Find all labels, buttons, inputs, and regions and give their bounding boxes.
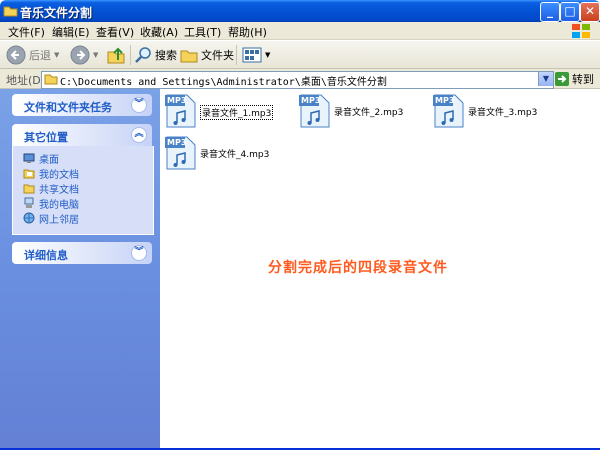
place-my-computer[interactable]: 我的电脑 xyxy=(23,196,79,211)
back-label: 后退 xyxy=(29,49,51,62)
title-bar[interactable]: 音乐文件分割 _ □ ✕ xyxy=(0,0,600,22)
folder-icon xyxy=(44,74,58,85)
go-arrow-icon xyxy=(555,72,569,86)
place-label: 我的文档 xyxy=(39,169,79,181)
chevron-up-icon[interactable]: ︽ xyxy=(131,127,147,143)
address-dropdown-icon[interactable]: ▼ xyxy=(538,72,553,86)
search-button[interactable]: 搜索 xyxy=(134,44,177,66)
up-folder-button[interactable] xyxy=(106,44,126,66)
forward-button[interactable]: ▼ xyxy=(70,44,98,66)
menu-edit[interactable]: 编辑(E) xyxy=(52,24,90,40)
toolbar-separator xyxy=(236,45,237,65)
file-badge: MP3 xyxy=(167,138,187,147)
menu-file[interactable]: 文件(F) xyxy=(8,24,45,40)
folder-icon xyxy=(3,6,18,17)
place-label: 网上邻居 xyxy=(39,214,79,226)
task-pane: 文件和文件夹任务 ︾ 其它位置 ︽ 桌面 我的文档 共享文档 我的电脑 网上邻居… xyxy=(0,89,160,450)
views-button[interactable]: ▼ xyxy=(242,44,270,66)
address-input[interactable]: C:\Documents and Settings\Administrator\… xyxy=(41,71,554,89)
back-dropdown-icon[interactable]: ▼ xyxy=(54,51,59,59)
address-label: 地址(D) xyxy=(6,74,46,87)
place-label: 我的电脑 xyxy=(39,199,79,211)
menu-tools[interactable]: 工具(T) xyxy=(184,24,221,40)
file-name[interactable]: 录音文件_4.mp3 xyxy=(200,147,269,160)
file-folder-tasks-header[interactable]: 文件和文件夹任务 ︾ xyxy=(12,94,152,116)
chevron-down-icon[interactable]: ︾ xyxy=(131,245,147,261)
place-shared-documents[interactable]: 共享文档 xyxy=(23,181,79,196)
file-folder-tasks-title: 文件和文件夹任务 xyxy=(24,101,112,114)
menu-help[interactable]: 帮助(H) xyxy=(228,24,267,40)
window-title: 音乐文件分割 xyxy=(20,6,93,20)
close-button[interactable]: ✕ xyxy=(580,2,600,22)
file-badge: MP3 xyxy=(435,96,455,105)
folders-button[interactable]: 文件夹 xyxy=(180,44,234,66)
other-places-title: 其它位置 xyxy=(24,131,68,144)
my-computer-icon xyxy=(24,197,34,208)
file-name[interactable]: 录音文件_3.mp3 xyxy=(468,105,537,118)
back-button[interactable]: 后退 ▼ xyxy=(6,44,59,66)
folders-label: 文件夹 xyxy=(201,49,234,62)
menu-bar: 文件(F) 编辑(E) 查看(V) 收藏(A) 工具(T) 帮助(H) xyxy=(0,22,600,40)
go-label: 转到 xyxy=(572,73,594,86)
back-arrow-icon xyxy=(6,45,26,65)
toolbar-separator xyxy=(130,45,131,65)
menu-favorites[interactable]: 收藏(A) xyxy=(140,24,178,40)
shared-documents-icon xyxy=(23,184,35,194)
toolbar: 后退 ▼ ▼ 搜索 文件夹 ▼ xyxy=(0,41,600,69)
details-header[interactable]: 详细信息 ︾ xyxy=(12,242,152,264)
other-places-header[interactable]: 其它位置 ︽ xyxy=(12,124,152,146)
file-badge: MP3 xyxy=(301,96,321,105)
windows-logo-icon xyxy=(572,24,590,38)
forward-arrow-icon xyxy=(70,45,90,65)
place-label: 桌面 xyxy=(39,154,59,166)
go-button[interactable]: 转到 xyxy=(555,71,594,87)
search-label: 搜索 xyxy=(155,49,177,62)
search-icon xyxy=(135,47,151,63)
views-icon xyxy=(242,47,262,63)
other-places-panel: 桌面 我的文档 共享文档 我的电脑 网上邻居 xyxy=(12,146,154,235)
my-documents-icon xyxy=(23,169,35,179)
annotation-caption: 分割完成后的四段录音文件 xyxy=(268,260,448,276)
place-desktop[interactable]: 桌面 xyxy=(23,151,59,166)
folders-icon xyxy=(180,50,198,63)
address-bar: 地址(D) C:\Documents and Settings\Administ… xyxy=(0,69,600,89)
up-folder-icon xyxy=(107,47,125,64)
file-name[interactable]: 录音文件_2.mp3 xyxy=(334,105,403,118)
file-name[interactable]: 录音文件_1.mp3 xyxy=(200,105,274,120)
place-my-documents[interactable]: 我的文档 xyxy=(23,166,79,181)
chevron-down-icon[interactable]: ︾ xyxy=(131,97,147,113)
details-title: 详细信息 xyxy=(24,249,68,262)
menu-view[interactable]: 查看(V) xyxy=(96,24,134,40)
file-badge: MP3 xyxy=(167,96,187,105)
address-value: C:\Documents and Settings\Administrator\… xyxy=(60,77,387,88)
file-list: MP3 录音文件_1.mp3 MP3 录音文件_2.mp3 MP3 录音文件_3… xyxy=(160,89,600,450)
desktop-icon xyxy=(23,153,35,163)
network-places-icon xyxy=(23,212,35,224)
views-dropdown-icon[interactable]: ▼ xyxy=(265,51,270,59)
minimize-button[interactable]: _ xyxy=(540,2,560,22)
maximize-button[interactable]: □ xyxy=(560,2,580,22)
place-label: 共享文档 xyxy=(39,184,79,196)
place-network[interactable]: 网上邻居 xyxy=(23,211,79,226)
forward-dropdown-icon[interactable]: ▼ xyxy=(93,51,98,59)
